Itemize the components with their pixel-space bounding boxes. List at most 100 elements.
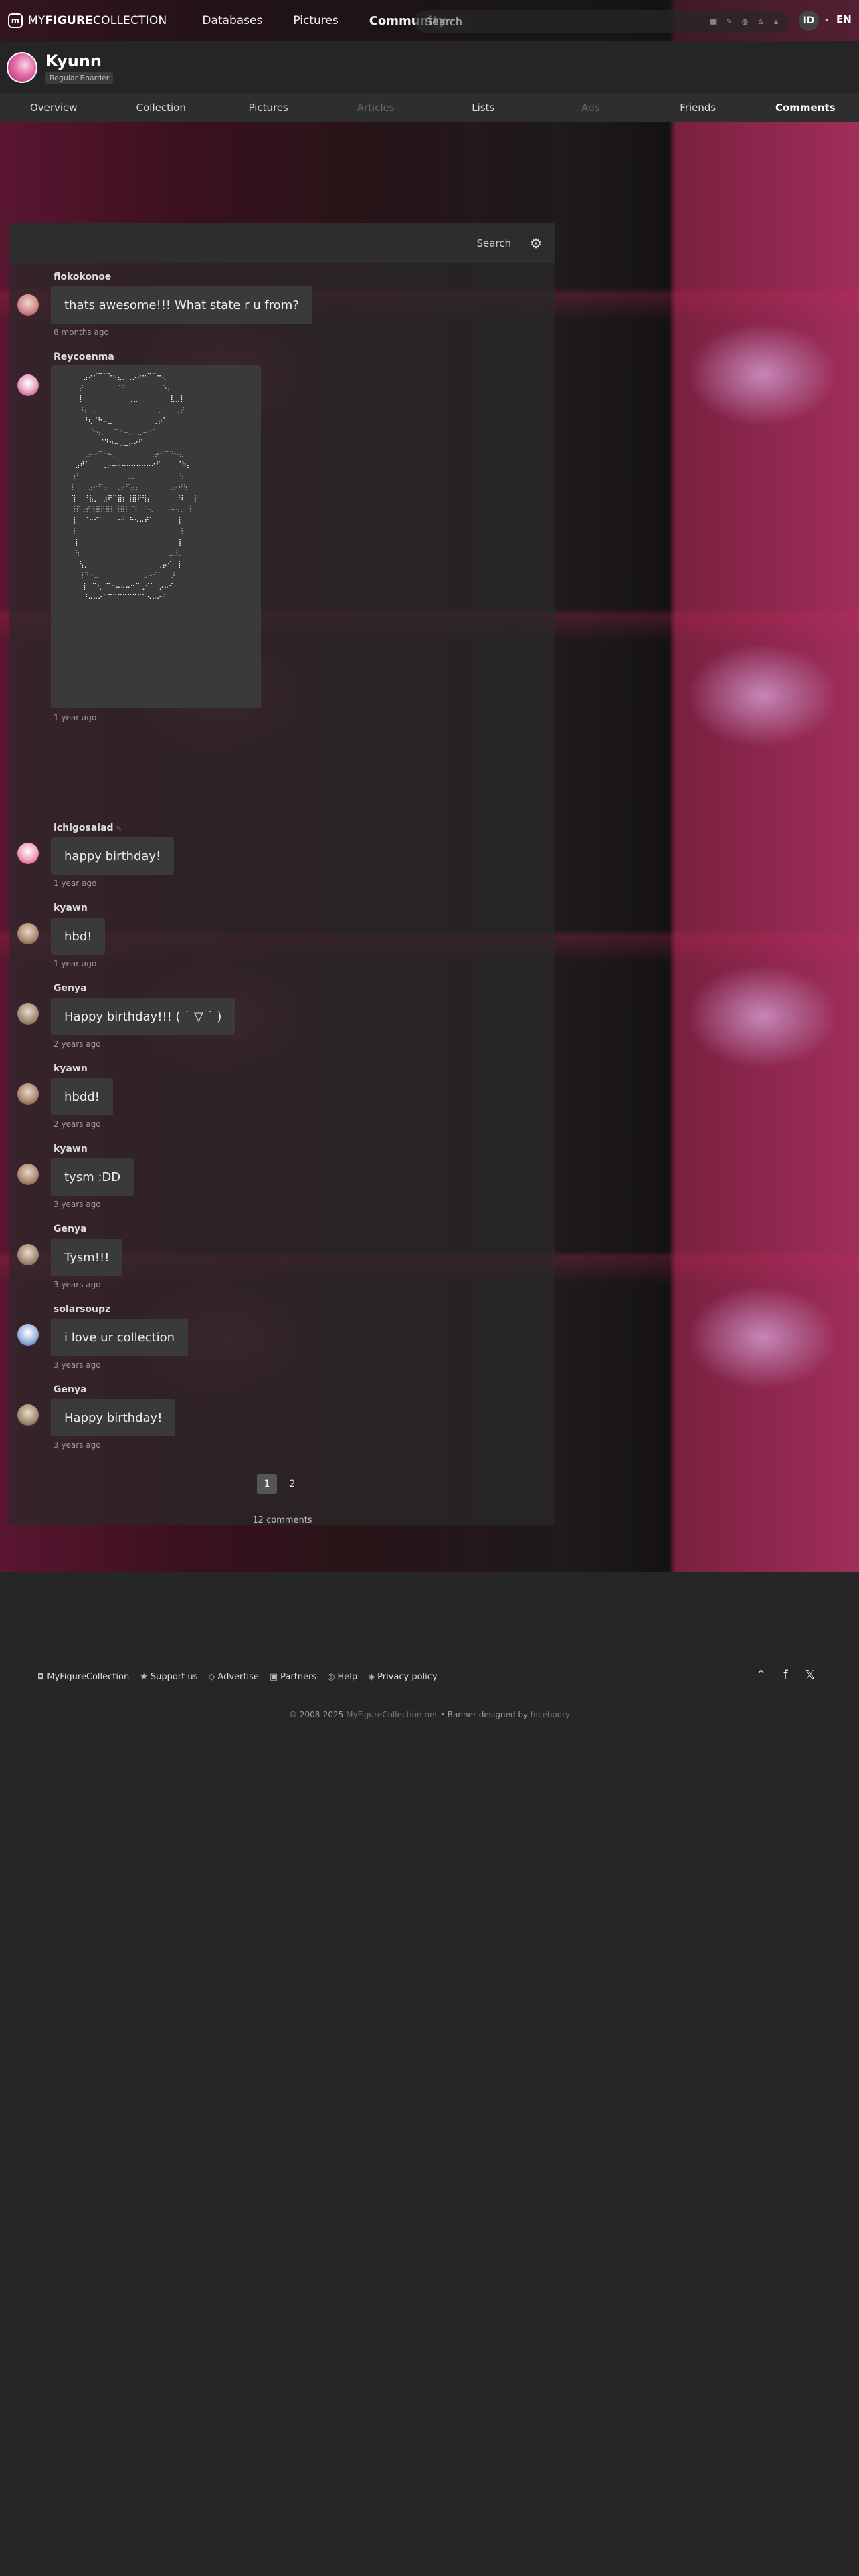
help-icon: ◎ [327, 1672, 335, 1682]
footer-link-mfc[interactable]: ◘ MyFigureCollection [37, 1672, 129, 1682]
comment-author[interactable]: Genya [54, 1384, 87, 1395]
shield-icon: ◈ [368, 1672, 375, 1682]
tag-icon[interactable]: ✎ [726, 17, 732, 26]
commenter-avatar[interactable] [17, 1164, 39, 1185]
tab-friends[interactable]: Friends [644, 102, 752, 114]
figure-icon[interactable]: ◍ [741, 17, 748, 26]
grid-icon[interactable]: ▦ [710, 17, 717, 26]
commenter-avatar[interactable] [17, 374, 39, 396]
commenter-avatar[interactable] [17, 1083, 39, 1105]
tab-pictures[interactable]: Pictures [215, 102, 322, 114]
nav-pictures[interactable]: Pictures [278, 0, 353, 41]
comment-author[interactable]: Reycoenma [54, 352, 114, 362]
commenter-avatar[interactable] [17, 1324, 39, 1346]
comment-author[interactable]: Genya [54, 1224, 87, 1235]
comment-text: tysm :DD [51, 1158, 134, 1196]
tab-ads[interactable]: Ads [537, 102, 645, 114]
comment-time[interactable]: 1 year ago [54, 959, 96, 968]
comment-count: 12 comments [252, 1515, 312, 1525]
logo-text: MYFIGURECOLLECTION [28, 14, 167, 27]
footer-links: ◘ MyFigureCollection ★ Support us ◇ Adverti… [37, 1672, 438, 1682]
tab-collection[interactable]: Collection [108, 102, 215, 114]
comment-text: happy birthday! [51, 837, 175, 875]
facebook-icon[interactable]: f [783, 1668, 787, 1682]
comment-time[interactable]: 2 years ago [54, 1119, 101, 1129]
commenter-avatar[interactable] [17, 1244, 39, 1265]
footer-link-help[interactable]: ◎ Help [327, 1672, 357, 1682]
search-bar: ▦ ✎ ◍ ♙ ⊻ [415, 10, 789, 33]
site-logo[interactable]: m MYFIGURECOLLECTION [8, 13, 167, 28]
tab-articles[interactable]: Articles [322, 102, 430, 114]
footer-social: ⌃ f 𝕏 [756, 1668, 815, 1682]
page-2-button[interactable]: 2 [282, 1474, 302, 1494]
comment-ascii-art: ⣠⠔⠊⠉⠉⠑⠢⣄⡀⢀⡠⠔⠒⠉⠉⠒⢄ ⡜ ⠈⠋ ⠱⡄ ⡇ ⢀⣀ ⣇⣀⡇ ⠸⡄ ⡀ … [51, 365, 261, 708]
profile-header: Kyunn Regular Boarder [0, 41, 859, 94]
search-input[interactable] [425, 15, 706, 28]
designer-link[interactable]: hicebooty [531, 1710, 570, 1719]
comment-author[interactable]: Genya [54, 983, 87, 994]
page-1-button[interactable]: 1 [257, 1474, 277, 1494]
commenter-avatar[interactable] [17, 294, 39, 316]
commenter-avatar[interactable] [17, 1404, 39, 1426]
comments-panel: Search ⚙ flokokonoe thats awesome!!! Wha… [9, 223, 555, 1525]
site-footer: ◘ MyFigureCollection ★ Support us ◇ Adverti… [0, 1572, 859, 2576]
rank-badge: Regular Boarder [45, 72, 114, 84]
comment-time[interactable]: 3 years ago [54, 1280, 101, 1289]
comment-text: Happy birthday!!! ( ˙ ▽ ˙ ) [51, 998, 235, 1035]
commenter-avatar[interactable] [17, 923, 39, 944]
comment-author[interactable]: kyawn [54, 1063, 88, 1074]
profile-avatar[interactable] [7, 52, 37, 83]
search-filter-icons: ▦ ✎ ◍ ♙ ⊻ [710, 17, 779, 26]
comment-author[interactable]: flokokonoe [54, 272, 111, 282]
comment-time[interactable]: 3 years ago [54, 1200, 101, 1209]
comment-author[interactable]: ichigosalad ✎ [54, 823, 122, 833]
user-menu-avatar[interactable]: ID [799, 11, 819, 31]
comment-time[interactable]: 1 year ago [54, 879, 96, 888]
profile-tabs: Overview Collection Pictures Articles Li… [0, 94, 859, 122]
nav-databases[interactable]: Databases [187, 0, 278, 41]
footer-link-privacy[interactable]: ◈ Privacy policy [368, 1672, 437, 1682]
mfc-logo-icon: m [8, 13, 23, 28]
scroll-top-icon[interactable]: ⌃ [756, 1668, 766, 1682]
diamond-icon: ◇ [208, 1672, 215, 1682]
commenter-avatar[interactable] [17, 1003, 39, 1025]
cart-icon[interactable]: ⊻ [773, 17, 779, 26]
tab-lists[interactable]: Lists [430, 102, 537, 114]
tab-comments[interactable]: Comments [752, 102, 859, 114]
footer-copyright: © 2008-2025 MyFigureCollection.net • Ban… [0, 1710, 859, 1719]
copyright-text: © 2008-2025 [289, 1710, 344, 1719]
comment-time[interactable]: 2 years ago [54, 1039, 101, 1049]
pencil-icon: ✎ [116, 825, 122, 833]
site-link[interactable]: MyFigureCollection.net [346, 1710, 438, 1719]
footer-link-advertise[interactable]: ◇ Advertise [208, 1672, 258, 1682]
commenter-avatar[interactable] [17, 843, 39, 864]
gear-icon[interactable]: ⚙ [530, 235, 542, 251]
footer-link-support[interactable]: ★ Support us [140, 1672, 197, 1682]
comment-text: hbd! [51, 918, 106, 955]
star-icon: ★ [140, 1672, 148, 1682]
comment-author[interactable]: kyawn [54, 903, 88, 914]
separator-dot: • [824, 16, 830, 25]
comment-time[interactable]: 3 years ago [54, 1440, 101, 1450]
pagination: 1 2 [257, 1474, 302, 1494]
comment-text: Happy birthday! [51, 1399, 176, 1436]
comment-text: i love ur collection [51, 1319, 189, 1356]
x-icon[interactable]: 𝕏 [805, 1668, 815, 1682]
comments-search-button[interactable]: Search [477, 237, 512, 249]
comment-author[interactable]: solarsoupz [54, 1304, 110, 1315]
language-selector[interactable]: EN [836, 13, 852, 25]
tab-overview[interactable]: Overview [0, 102, 108, 114]
comment-text: thats awesome!!! What state r u from? [51, 286, 312, 324]
profile-name[interactable]: Kyunn [45, 52, 113, 70]
banner-credit-text: • Banner designed by [440, 1710, 529, 1719]
comments-panel-header: Search ⚙ [9, 223, 555, 263]
comment-time[interactable]: 3 years ago [54, 1360, 101, 1370]
footer-link-partners[interactable]: ▣ Partners [270, 1672, 316, 1682]
comment-text: hbdd! [51, 1078, 113, 1115]
comment-time[interactable]: 8 months ago [54, 328, 109, 337]
comment-text: Tysm!!! [51, 1239, 123, 1276]
comment-author[interactable]: kyawn [54, 1144, 88, 1154]
user-icon[interactable]: ♙ [757, 17, 764, 26]
comment-time[interactable]: 1 year ago [54, 713, 96, 722]
handshake-icon: ▣ [269, 1672, 278, 1682]
